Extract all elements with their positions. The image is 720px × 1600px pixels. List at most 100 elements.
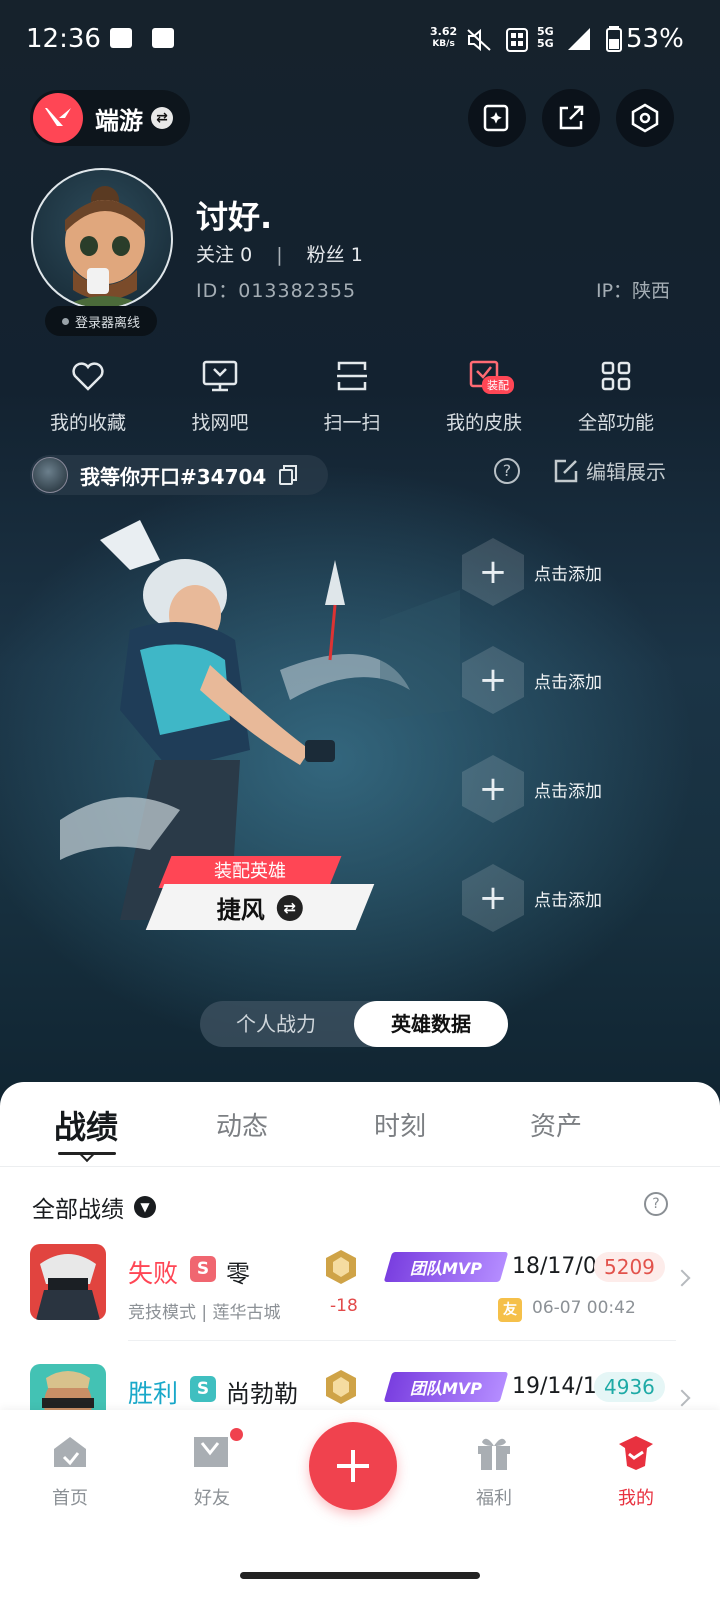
friends-icon bbox=[194, 1437, 228, 1467]
edit-card-button[interactable] bbox=[468, 89, 526, 147]
match-row[interactable]: 胜利 S 尚勃勒 团队MVP 19/14/1 4936 bbox=[0, 1364, 720, 1410]
tabs-divider bbox=[0, 1166, 720, 1167]
match-kda: 19/14/1 bbox=[512, 1374, 597, 1399]
slot-label: 点击添加 bbox=[534, 890, 602, 911]
settings-button[interactable] bbox=[616, 89, 674, 147]
status-bar: 12:36 3.62 KB/s 5G 5G 53% bbox=[0, 0, 720, 80]
role-name: 我等你开口#34704 bbox=[80, 464, 267, 489]
match-result: 胜利 bbox=[128, 1379, 179, 1408]
create-post-button[interactable] bbox=[309, 1422, 397, 1510]
segment-personal-power[interactable]: 个人战力 bbox=[200, 1001, 352, 1047]
edit-display-label: 编辑展示 bbox=[586, 460, 666, 484]
match-agent: 尚勃勒 bbox=[226, 1380, 298, 1408]
menu-find-cafe[interactable]: 找网吧 bbox=[160, 356, 280, 435]
nav-home-label: 首页 bbox=[52, 1488, 88, 1509]
plus-icon bbox=[337, 1450, 369, 1482]
plus-icon: + bbox=[462, 864, 524, 932]
team-mvp-badge: 团队MVP bbox=[383, 1252, 509, 1282]
share-icon bbox=[559, 105, 584, 130]
slot-label: 点击添加 bbox=[534, 564, 602, 585]
avatar-illustration bbox=[60, 186, 150, 308]
agent-avatar bbox=[30, 1244, 106, 1320]
match-score: 5209 bbox=[594, 1252, 665, 1282]
menu-scan[interactable]: 扫一扫 bbox=[292, 356, 412, 435]
follow-label: 关注 bbox=[196, 244, 235, 266]
showcase-slot-2[interactable]: + 点击添加 bbox=[462, 646, 682, 714]
match-row[interactable]: 失败 S 零 竞技模式 | 莲华古城 -18 团队MVP 18/17/0 520… bbox=[0, 1244, 720, 1364]
fans-link[interactable]: 粉丝 1 bbox=[307, 244, 363, 266]
status-time: 12:36 bbox=[26, 24, 101, 54]
copy-icon[interactable] bbox=[278, 464, 298, 486]
segment-hero-data[interactable]: 英雄数据 bbox=[354, 1001, 508, 1047]
status-dot bbox=[61, 317, 69, 325]
mail-icon bbox=[152, 28, 174, 48]
nickname: 讨好. bbox=[196, 198, 273, 236]
follow-count: 0 bbox=[240, 244, 253, 266]
profile-icon bbox=[619, 1436, 653, 1470]
nav-profile[interactable]: 我的 bbox=[586, 1430, 686, 1510]
menu-favorites-label: 我的收藏 bbox=[49, 412, 126, 434]
swap-icon: ⇄ bbox=[277, 894, 303, 920]
edit-icon bbox=[554, 459, 578, 482]
scan-icon bbox=[337, 361, 367, 391]
tab-activity[interactable]: 动态 bbox=[216, 1106, 268, 1143]
notification-dot bbox=[230, 1428, 243, 1441]
agent-avatar bbox=[30, 1364, 106, 1410]
tab-records[interactable]: 战绩 bbox=[54, 1102, 118, 1148]
battery-icon bbox=[606, 26, 622, 52]
online-status-badge: 登录器离线 bbox=[45, 306, 157, 336]
menu-all-features[interactable]: 全部功能 bbox=[556, 356, 676, 435]
data-segment-toggle: 个人战力 英雄数据 bbox=[200, 1001, 508, 1047]
match-time: 06-07 00:42 bbox=[532, 1298, 636, 1318]
fans-label: 粉丝 bbox=[306, 244, 345, 266]
swap-icon: ⇄ bbox=[151, 107, 173, 129]
match-kda: 18/17/0 bbox=[512, 1254, 597, 1279]
edit-display-button[interactable]: 编辑展示 bbox=[552, 456, 666, 485]
help-icon[interactable]: ? bbox=[494, 458, 520, 484]
help-icon[interactable]: ? bbox=[644, 1192, 668, 1216]
ip-location: IP：陕西 bbox=[596, 280, 671, 302]
menu-my-skins[interactable]: 装配 我的皮肤 bbox=[424, 356, 544, 435]
nav-friends-label: 好友 bbox=[194, 1488, 230, 1509]
rank-s-badge: S bbox=[190, 1256, 216, 1282]
nav-friends[interactable]: 好友 bbox=[162, 1430, 262, 1510]
game-name: 端游 bbox=[95, 106, 143, 135]
follow-link[interactable]: 关注 0 bbox=[196, 244, 252, 266]
menu-my-skins-label: 我的皮肤 bbox=[445, 412, 522, 434]
rank-rating-change: -18 bbox=[330, 1296, 358, 1316]
tab-moments[interactable]: 时刻 bbox=[374, 1106, 426, 1143]
plus-icon: + bbox=[462, 755, 524, 823]
showcase-slot-1[interactable]: + 点击添加 bbox=[462, 538, 682, 606]
chevron-right-icon bbox=[673, 1269, 691, 1287]
avatar[interactable] bbox=[31, 168, 173, 310]
signal-icon bbox=[568, 28, 590, 50]
row-divider bbox=[128, 1340, 676, 1341]
menu-favorites[interactable]: 我的收藏 bbox=[28, 356, 148, 435]
mute-icon bbox=[467, 28, 491, 52]
showcase-slot-4[interactable]: + 点击添加 bbox=[462, 864, 682, 932]
hero-switch[interactable]: 捷风 ⇄ bbox=[145, 884, 375, 930]
match-score: 4936 bbox=[594, 1372, 665, 1402]
nav-profile-label: 我的 bbox=[618, 1488, 654, 1509]
mvp-text: 团队MVP bbox=[409, 1379, 483, 1398]
nav-benefits[interactable]: 福利 bbox=[444, 1430, 544, 1510]
records-filter[interactable]: 全部战绩 ▼ bbox=[32, 1190, 156, 1224]
online-status-text: 登录器离线 bbox=[74, 315, 140, 331]
game-switcher[interactable]: 端游 ⇄ bbox=[30, 90, 190, 146]
tab-assets[interactable]: 资产 bbox=[530, 1106, 582, 1143]
role-avatar bbox=[32, 457, 68, 493]
match-mode-map: 竞技模式 | 莲华古城 bbox=[128, 1303, 281, 1323]
share-button[interactable] bbox=[542, 89, 600, 147]
settings-icon bbox=[631, 103, 659, 133]
sim-icon bbox=[506, 28, 528, 52]
mvp-text: 团队MVP bbox=[409, 1259, 483, 1278]
monitor-icon bbox=[202, 360, 238, 392]
signal-2: 5G bbox=[537, 37, 554, 50]
nav-home[interactable]: 首页 bbox=[20, 1430, 120, 1510]
showcase-slot-3[interactable]: + 点击添加 bbox=[462, 755, 682, 823]
grid-icon bbox=[601, 361, 631, 391]
message-icon bbox=[110, 28, 132, 48]
follow-stats: 关注 0 | 粉丝 1 bbox=[196, 240, 363, 267]
game-account-pill[interactable]: 我等你开口#34704 bbox=[30, 455, 328, 495]
fans-count: 1 bbox=[350, 244, 363, 266]
